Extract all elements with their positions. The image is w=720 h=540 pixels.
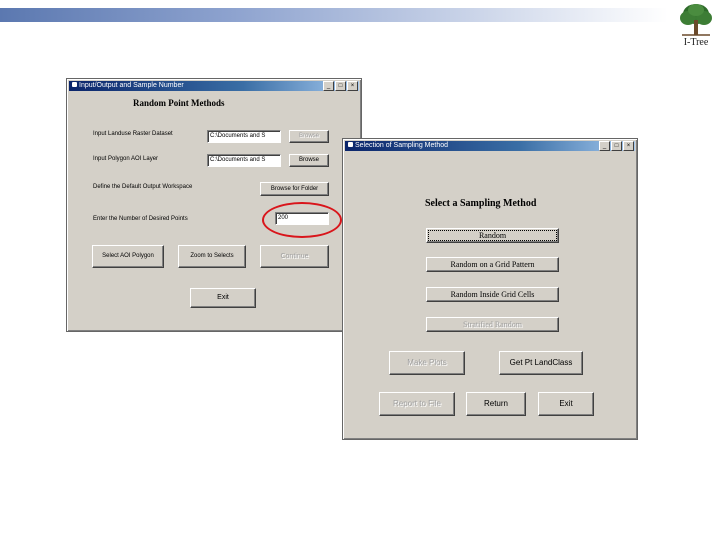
browse-landuse-button[interactable]: Browse: [289, 130, 329, 143]
report-to-file-button[interactable]: Report to File: [379, 392, 455, 416]
zoom-selects-button[interactable]: Zoom to Selects: [178, 245, 246, 268]
window1-titlebar[interactable]: Input/Output and Sample Number: [69, 81, 359, 91]
window1-title: Input/Output and Sample Number: [79, 82, 184, 89]
random-grid-pattern-button[interactable]: Random on a Grid Pattern: [426, 257, 559, 272]
browse-folder-button[interactable]: Browse for Folder: [260, 182, 329, 196]
select-aoi-button[interactable]: Select AOI Polygon: [92, 245, 164, 268]
exit-button-window2[interactable]: Exit: [538, 392, 594, 416]
browse-polygon-button[interactable]: Browse: [289, 154, 329, 167]
get-pt-landclass-button[interactable]: Get Pt LandClass: [499, 351, 583, 375]
stratified-random-button[interactable]: Stratified Random: [426, 317, 559, 332]
window2-titlebar[interactable]: Selection of Sampling Method: [345, 141, 635, 151]
return-button[interactable]: Return: [466, 392, 526, 416]
make-plots-button[interactable]: Make Plots: [389, 351, 465, 375]
polygon-label: Input Polygon AOI Layer: [93, 156, 159, 162]
random-button[interactable]: Random: [426, 228, 559, 243]
logo-text: I-Tree: [683, 37, 709, 48]
maximize-button[interactable]: □: [335, 81, 346, 91]
maximize-button[interactable]: □: [611, 141, 622, 151]
window2-controls: _ □ ×: [599, 141, 634, 151]
header-gradient-bar: [0, 8, 668, 22]
close-button[interactable]: ×: [347, 81, 358, 91]
app-icon: [348, 142, 353, 147]
continue-button[interactable]: Continue: [260, 245, 329, 268]
exit-button-window1[interactable]: Exit: [190, 288, 256, 308]
minimize-button[interactable]: _: [323, 81, 334, 91]
sampling-method-window: Selection of Sampling Method _ □ × Selec…: [342, 138, 638, 440]
window1-controls: _ □ ×: [323, 81, 358, 91]
polygon-input[interactable]: C:\Documents and S: [207, 154, 281, 167]
window1-heading: Random Point Methods: [133, 98, 225, 108]
tree-icon: [680, 4, 712, 36]
highlight-circle: [262, 202, 342, 238]
points-label: Enter the Number of Desired Points: [93, 216, 188, 222]
window2-title: Selection of Sampling Method: [355, 142, 448, 149]
app-icon: [72, 82, 77, 87]
window2-heading: Select a Sampling Method: [425, 198, 537, 209]
minimize-button[interactable]: _: [599, 141, 610, 151]
random-inside-grid-cells-button[interactable]: Random Inside Grid Cells: [426, 287, 559, 302]
workspace-label: Define the Default Output Workspace: [93, 184, 193, 190]
itree-logo: I-Tree: [674, 2, 718, 48]
landuse-input[interactable]: C:\Documents and S: [207, 130, 281, 143]
landuse-label: Input Landuse Raster Dataset: [93, 131, 173, 137]
close-button[interactable]: ×: [623, 141, 634, 151]
